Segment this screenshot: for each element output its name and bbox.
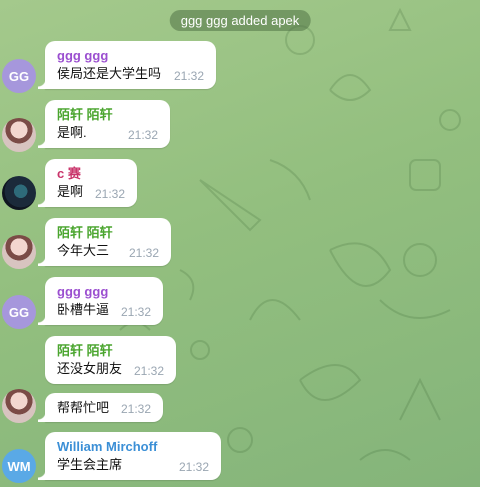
message-sender[interactable]: 陌轩 陌轩 xyxy=(57,342,165,359)
message-bubble[interactable]: 陌轩 陌轩 是啊. 21:32 xyxy=(38,100,170,148)
avatar[interactable] xyxy=(2,235,36,269)
avatar[interactable]: GG xyxy=(2,59,36,93)
message-bubble[interactable]: ggg ggg 卧槽牛逼 21:32 xyxy=(38,277,163,325)
message-sender[interactable]: ggg ggg xyxy=(57,47,205,64)
avatar[interactable] xyxy=(2,176,36,210)
message-bubble[interactable]: William Mirchoff 学生会主席 21:32 xyxy=(38,432,221,480)
message-sender[interactable]: c 赛 xyxy=(57,165,126,182)
message-time: 21:32 xyxy=(127,128,158,142)
message-bubble[interactable]: c 赛 是啊 21:32 xyxy=(38,159,137,207)
avatar[interactable] xyxy=(2,118,36,152)
message-time: 21:32 xyxy=(173,69,204,83)
message-bubble[interactable]: 帮帮忙吧 21:32 xyxy=(38,393,163,422)
message-bubble[interactable]: 陌轩 陌轩 还没女朋友 21:32 xyxy=(45,336,176,384)
message-bubble[interactable]: 陌轩 陌轩 今年大三 21:32 xyxy=(38,218,171,266)
message-sender[interactable]: William Mirchoff xyxy=(57,438,210,455)
message-time: 21:32 xyxy=(178,460,209,474)
message-sender[interactable]: ggg ggg xyxy=(57,283,152,300)
message-sender[interactable]: 陌轩 陌轩 xyxy=(57,106,159,123)
avatar[interactable] xyxy=(2,389,36,423)
avatar[interactable]: GG xyxy=(2,295,36,329)
message-time: 21:32 xyxy=(120,402,151,416)
message-bubble[interactable]: ggg ggg 侯局还是大学生吗 21:32 xyxy=(38,41,216,89)
message-time: 21:32 xyxy=(94,187,125,201)
message-time: 21:32 xyxy=(128,246,159,260)
avatar[interactable]: WM xyxy=(2,449,36,483)
message-sender[interactable]: 陌轩 陌轩 xyxy=(57,224,160,241)
message-time: 21:32 xyxy=(120,305,151,319)
message-time: 21:32 xyxy=(133,364,164,378)
service-message: ggg ggg added apek xyxy=(169,10,311,31)
